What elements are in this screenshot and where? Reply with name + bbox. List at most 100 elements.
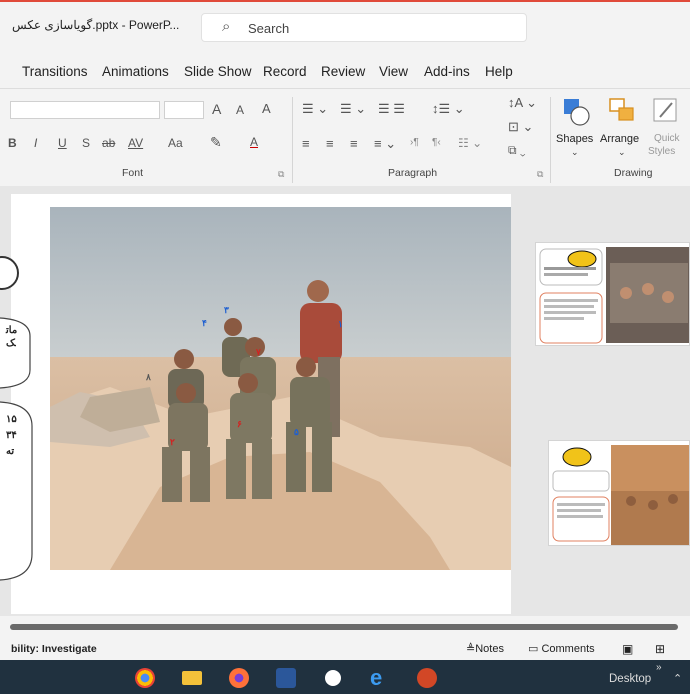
quick-styles-label-2: Styles xyxy=(648,146,676,157)
text-direction-icon[interactable]: ↕A ⌄ xyxy=(508,95,537,111)
photo-marker: ۵ xyxy=(294,427,299,437)
slide-sorter-icon[interactable]: ⊞ xyxy=(655,642,665,656)
ltr-icon[interactable]: ›¶ xyxy=(410,137,419,148)
quick-styles-button[interactable]: Quick Styles xyxy=(648,93,688,163)
windows-taskbar: e Desktop ⌃ » xyxy=(0,660,690,694)
shadow-button[interactable]: S xyxy=(82,136,90,150)
document-title: گویاسازی عکس.pptx - PowerP... xyxy=(12,18,180,32)
font-color-button[interactable]: A xyxy=(250,135,258,149)
file-explorer-icon[interactable] xyxy=(182,671,202,685)
grow-font-button[interactable]: A xyxy=(212,101,221,117)
justify-icon[interactable]: ≡ ⌄ xyxy=(374,136,396,152)
shapes-label: Shapes xyxy=(556,133,594,145)
photo-marker: ۷ xyxy=(256,347,261,357)
slide-photo[interactable]: ۱ ۲ ۳ ۴ ۵ ۶ ۷ ۸ xyxy=(50,207,511,570)
bold-button[interactable]: B xyxy=(8,136,17,150)
comments-button[interactable]: ▭ Comments xyxy=(528,642,595,655)
tab-help[interactable]: Help xyxy=(485,64,513,79)
shapes-icon xyxy=(564,99,590,126)
horizontal-scrollbar[interactable] xyxy=(10,624,678,630)
accessibility-status[interactable]: bility: Investigate xyxy=(11,643,97,655)
smartart-icon[interactable]: ⧉ ⌄ xyxy=(508,143,526,158)
change-case-button[interactable]: Aa xyxy=(168,136,183,150)
tab-add-ins[interactable]: Add-ins xyxy=(424,64,470,79)
rtl-icon[interactable]: ¶‹ xyxy=(432,137,441,148)
highlight-icon[interactable]: ✎ xyxy=(210,134,222,151)
photo-marker: ۴ xyxy=(202,318,207,328)
notes-icon: ≜ xyxy=(466,643,476,655)
align-right-icon[interactable]: ≡ xyxy=(350,136,358,151)
tab-review[interactable]: Review xyxy=(321,64,365,79)
search-box[interactable]: ⌕ Search xyxy=(201,13,527,42)
tab-view[interactable]: View xyxy=(379,64,408,79)
photo-marker: ۸ xyxy=(146,372,151,382)
strikethrough-button[interactable]: ab xyxy=(102,136,115,150)
indent-icon[interactable]: ☰ ☰ xyxy=(378,101,405,117)
ribbon-separator xyxy=(550,97,551,183)
comment-icon: ▭ xyxy=(528,643,542,655)
tab-animations[interactable]: Animations xyxy=(102,64,169,79)
comments-label: Comments xyxy=(541,643,595,655)
chevron-down-icon: ⌄ xyxy=(571,147,579,157)
chrome-icon[interactable] xyxy=(135,668,155,688)
search-icon: ⌕ xyxy=(222,18,231,35)
character-spacing-button[interactable]: AV xyxy=(128,136,143,150)
tab-record[interactable]: Record xyxy=(263,64,307,79)
photo-marker: ۱ xyxy=(338,319,343,329)
left-slide-fragment: ماتک ۱۵۳۴ ته xyxy=(0,186,40,616)
left-fragment-text-1: ماتک xyxy=(6,325,18,349)
arrange-icon xyxy=(609,98,634,121)
paragraph-group-label: Paragraph xyxy=(388,167,438,179)
font-dialog-launcher-icon[interactable]: ⧉ xyxy=(278,169,284,180)
tab-slide-show[interactable]: Slide Show xyxy=(184,64,252,79)
chevron-up-icon[interactable]: ⌃ xyxy=(673,672,682,685)
photo-marker: ۲ xyxy=(170,437,175,447)
overflow-icon[interactable]: » xyxy=(656,662,662,673)
align-left-icon[interactable]: ≡ xyxy=(302,136,310,151)
desktop-label[interactable]: Desktop xyxy=(609,673,651,685)
font-group-label: Font xyxy=(122,167,144,179)
firefox-icon[interactable] xyxy=(229,668,249,688)
chevron-down-icon: ⌄ xyxy=(618,147,626,157)
arrange-label: Arrange xyxy=(600,133,640,145)
search-placeholder: Search xyxy=(248,21,290,36)
clear-format-button[interactable]: A xyxy=(262,101,271,116)
thumbnail-2-content xyxy=(549,441,689,545)
notes-label: Notes xyxy=(475,643,504,655)
left-fragment-text-2: ۱۵۳۴ ته xyxy=(6,414,17,457)
shapes-button[interactable]: Shapes ⌄ xyxy=(556,93,598,163)
align-text-icon[interactable]: ⊡ ⌄ xyxy=(508,119,533,135)
slide-thumbnail-1[interactable] xyxy=(535,242,690,346)
powerpoint-icon[interactable] xyxy=(417,668,437,688)
notes-button[interactable]: ≜Notes xyxy=(466,642,504,655)
word-icon[interactable] xyxy=(276,668,296,688)
line-spacing-icon[interactable]: ↕☰ ⌄ xyxy=(432,101,465,117)
underline-button[interactable]: U xyxy=(58,136,67,150)
columns-icon[interactable]: ☷ ⌄ xyxy=(458,136,482,150)
media-player-icon[interactable] xyxy=(323,668,343,688)
title-bar: گویاسازی عکس.pptx - PowerP... ⌕ Search xyxy=(0,0,690,50)
slide-thumbnail-2[interactable] xyxy=(548,440,690,546)
quick-styles-label: Quick xyxy=(654,133,680,144)
paragraph-dialog-launcher-icon[interactable]: ⧉ xyxy=(537,169,543,180)
font-name-combo[interactable] xyxy=(10,101,160,119)
photo-marker: ۶ xyxy=(237,419,242,429)
numbering-icon[interactable]: ☰ ⌄ xyxy=(340,101,366,117)
quick-styles-icon xyxy=(653,98,677,122)
normal-view-icon[interactable]: ▣ xyxy=(622,642,633,656)
photo-marker: ۳ xyxy=(224,305,229,315)
left-shapes xyxy=(0,256,33,581)
thumbnail-1-content xyxy=(536,243,689,345)
shrink-font-button[interactable]: A xyxy=(236,103,244,117)
tab-transitions[interactable]: Transitions xyxy=(22,64,88,79)
italic-button[interactable]: I xyxy=(34,136,37,150)
arrange-button[interactable]: Arrange ⌄ xyxy=(600,93,644,163)
bullets-icon[interactable]: ☰ ⌄ xyxy=(302,101,328,117)
group-photo-image xyxy=(50,207,511,570)
edge-icon[interactable]: e xyxy=(370,667,390,689)
align-center-icon[interactable]: ≡ xyxy=(326,136,334,151)
ribbon-separator xyxy=(292,97,293,183)
drawing-group-label: Drawing xyxy=(614,167,653,179)
ribbon: A A A B I U S ab AV Aa ✎ A Font ⧉ ☰ ⌄ ☰ … xyxy=(0,88,690,185)
font-size-combo[interactable] xyxy=(164,101,204,119)
